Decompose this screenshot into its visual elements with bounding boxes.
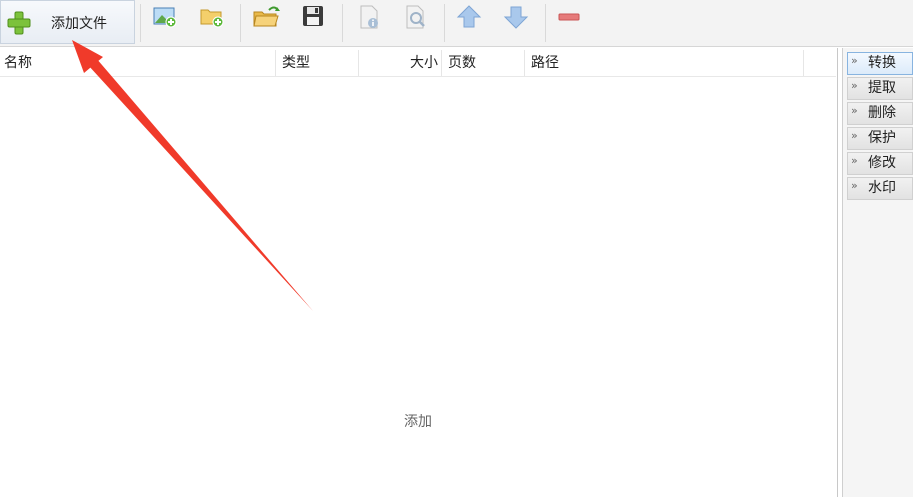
toolbar-separator: [342, 4, 343, 42]
side-panel: » 转换 » 提取 » 删除 » 保护 » 修改 » 水印: [842, 48, 913, 497]
side-item-label: 转换: [868, 55, 896, 71]
move-up-button[interactable]: [455, 4, 485, 30]
file-list[interactable]: 名称 类型 大小 页数 路径 添加: [0, 48, 838, 497]
file-info-button[interactable]: [355, 4, 385, 30]
side-item-label: 保护: [868, 130, 896, 146]
double-chevron-icon: »: [851, 79, 858, 92]
plus-icon: [7, 11, 31, 35]
list-header: 名称 类型 大小 页数 路径: [0, 48, 836, 77]
remove-button[interactable]: [556, 4, 586, 30]
add-folder-icon: [200, 9, 224, 28]
open-folder-button[interactable]: [252, 4, 282, 30]
column-divider[interactable]: [441, 50, 442, 76]
add-file-button[interactable]: 添加文件: [0, 0, 135, 44]
column-type[interactable]: 类型: [282, 48, 357, 76]
double-chevron-icon: »: [851, 179, 858, 192]
side-item-watermark[interactable]: » 水印: [847, 177, 913, 200]
double-chevron-icon: »: [851, 54, 858, 67]
remove-icon: [558, 13, 580, 21]
column-divider[interactable]: [524, 50, 525, 76]
column-divider[interactable]: [803, 50, 804, 76]
side-item-protect[interactable]: » 保护: [847, 127, 913, 150]
side-item-label: 提取: [868, 80, 896, 96]
preview-button[interactable]: [402, 4, 432, 30]
column-divider[interactable]: [275, 50, 276, 76]
add-image-icon: [153, 7, 177, 28]
preview-search-icon: [406, 5, 425, 29]
side-item-delete[interactable]: » 删除: [847, 102, 913, 125]
toolbar-separator: [444, 4, 445, 42]
add-folder-button[interactable]: [198, 4, 228, 30]
side-item-label: 修改: [868, 155, 896, 171]
column-name[interactable]: 名称: [4, 48, 274, 76]
move-down-icon: [503, 6, 529, 29]
move-up-icon: [456, 5, 482, 28]
side-item-label: 删除: [868, 105, 896, 121]
column-path[interactable]: 路径: [531, 48, 801, 76]
open-folder-icon: [253, 6, 280, 27]
add-file-label: 添加文件: [51, 16, 107, 32]
save-icon: [303, 6, 323, 26]
side-item-convert[interactable]: » 转换: [847, 52, 913, 75]
side-item-modify[interactable]: » 修改: [847, 152, 913, 175]
toolbar: 添加文件: [0, 0, 913, 47]
toolbar-separator: [140, 4, 141, 42]
double-chevron-icon: »: [851, 129, 858, 142]
file-info-icon: [360, 5, 378, 29]
side-item-label: 水印: [868, 180, 896, 196]
add-image-button[interactable]: [151, 4, 181, 30]
move-down-button[interactable]: [502, 4, 532, 30]
save-button[interactable]: [299, 4, 329, 30]
double-chevron-icon: »: [851, 104, 858, 117]
column-divider[interactable]: [358, 50, 359, 76]
empty-hint[interactable]: 添加: [0, 411, 836, 431]
column-pages[interactable]: 页数: [448, 48, 523, 76]
column-size[interactable]: 大小: [362, 48, 438, 76]
toolbar-separator: [240, 4, 241, 42]
side-item-extract[interactable]: » 提取: [847, 77, 913, 100]
double-chevron-icon: »: [851, 154, 858, 167]
toolbar-separator: [545, 4, 546, 42]
